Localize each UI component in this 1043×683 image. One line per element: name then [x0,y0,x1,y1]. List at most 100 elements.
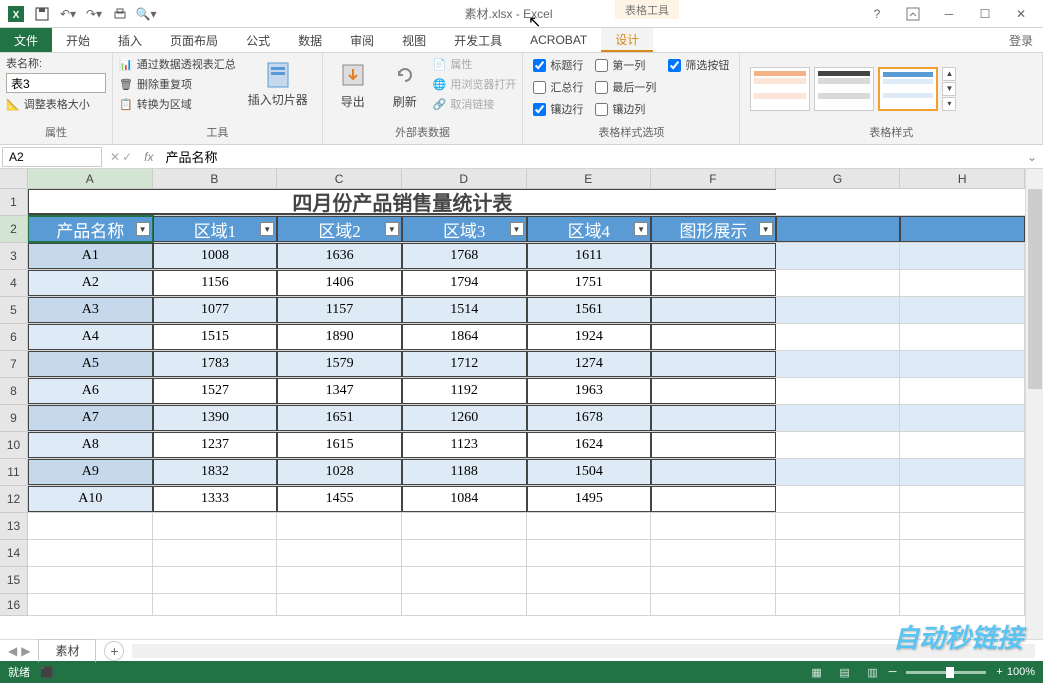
empty-cell[interactable] [776,486,901,512]
data-cell[interactable]: 1157 [277,297,402,323]
empty-cell[interactable] [651,540,776,566]
empty-cell[interactable] [900,216,1025,242]
data-cell[interactable]: 1156 [153,270,278,296]
col-header-F[interactable]: F [651,169,776,189]
empty-cell[interactable] [900,351,1025,377]
fx-icon[interactable]: fx [138,150,159,164]
table-header-2[interactable]: 区域2▼ [277,216,402,242]
data-cell[interactable] [651,270,776,296]
macro-record-icon[interactable]: ⬛ [40,666,54,679]
data-cell[interactable]: 1260 [402,405,527,431]
export-button[interactable]: 导出 [329,55,377,122]
data-cell[interactable] [651,459,776,485]
data-cell[interactable]: 1455 [277,486,402,512]
data-cell[interactable]: 1794 [402,270,527,296]
data-cell[interactable] [651,243,776,269]
empty-cell[interactable] [277,513,402,539]
empty-cell[interactable] [900,324,1025,350]
data-cell[interactable] [651,432,776,458]
table-header-1[interactable]: 区域1▼ [153,216,278,242]
data-cell[interactable] [651,405,776,431]
empty-cell[interactable] [900,594,1025,615]
table-name-input[interactable] [6,73,106,93]
help-icon[interactable]: ? [863,4,891,24]
empty-cell[interactable] [776,405,901,431]
empty-cell[interactable] [900,189,1025,215]
empty-cell[interactable] [900,567,1025,593]
zoom-out-icon[interactable]: ─ [889,666,897,678]
data-cell[interactable]: 1077 [153,297,278,323]
empty-cell[interactable] [900,459,1025,485]
filter-button[interactable]: ▼ [510,222,524,236]
data-cell[interactable] [651,486,776,512]
empty-cell[interactable] [776,351,901,377]
data-cell[interactable]: 1515 [153,324,278,350]
table-title[interactable]: 四月份产品销售量统计表 [28,189,776,215]
add-sheet-button[interactable]: + [104,641,124,661]
empty-cell[interactable] [776,594,901,615]
sheet-tab-active[interactable]: 素材 [38,639,96,663]
data-cell[interactable]: 1527 [153,378,278,404]
row-header-13[interactable]: 13 [0,513,28,540]
empty-cell[interactable] [776,459,901,485]
data-cell[interactable]: 1890 [277,324,402,350]
empty-cell[interactable] [28,540,153,566]
empty-cell[interactable] [776,270,901,296]
col-header-C[interactable]: C [277,169,402,189]
tab-design[interactable]: 设计 [601,28,653,52]
data-cell[interactable]: A3 [28,297,153,323]
empty-cell[interactable] [527,567,652,593]
empty-cell[interactable] [28,594,153,615]
empty-cell[interactable] [527,513,652,539]
login-link[interactable]: 登录 [999,28,1043,52]
minimize-icon[interactable]: ─ [935,4,963,24]
empty-cell[interactable] [527,594,652,615]
data-cell[interactable] [651,351,776,377]
zoom-level[interactable]: 100% [1007,666,1035,678]
check-total-row[interactable]: 汇总行 [529,77,587,97]
empty-cell[interactable] [402,540,527,566]
style-down-icon[interactable]: ▼ [942,82,956,96]
data-cell[interactable]: 1237 [153,432,278,458]
view-normal-icon[interactable]: ▦ [805,663,829,681]
zoom-slider[interactable] [906,671,986,674]
empty-cell[interactable] [900,486,1025,512]
row-header-7[interactable]: 7 [0,351,28,378]
row-header-16[interactable]: 16 [0,594,28,616]
data-cell[interactable]: 1028 [277,459,402,485]
table-header-5[interactable]: 图形展示▼ [651,216,776,242]
row-header-10[interactable]: 10 [0,432,28,459]
close-icon[interactable]: ✕ [1007,4,1035,24]
empty-cell[interactable] [900,297,1025,323]
data-cell[interactable]: 1406 [277,270,402,296]
empty-cell[interactable] [776,324,901,350]
style-more-icon[interactable]: ▾ [942,97,956,111]
empty-cell[interactable] [402,594,527,615]
col-header-A[interactable]: A [28,169,153,189]
empty-cell[interactable] [776,567,901,593]
tab-review[interactable]: 审阅 [336,28,388,52]
empty-cell[interactable] [527,540,652,566]
data-cell[interactable]: 1495 [527,486,652,512]
data-cell[interactable]: 1333 [153,486,278,512]
data-cell[interactable] [651,324,776,350]
data-cell[interactable]: A9 [28,459,153,485]
data-cell[interactable]: 1390 [153,405,278,431]
empty-cell[interactable] [900,540,1025,566]
data-cell[interactable]: 1712 [402,351,527,377]
row-header-11[interactable]: 11 [0,459,28,486]
select-all-corner[interactable] [0,169,28,189]
row-header-15[interactable]: 15 [0,567,28,594]
empty-cell[interactable] [776,216,901,242]
horizontal-scrollbar[interactable] [132,644,1035,658]
empty-cell[interactable] [153,594,278,615]
data-cell[interactable]: 1832 [153,459,278,485]
empty-cell[interactable] [153,567,278,593]
data-cell[interactable]: 1651 [277,405,402,431]
empty-cell[interactable] [776,297,901,323]
remove-duplicates-button[interactable]: 🗑 删除重复项 [119,75,236,93]
data-cell[interactable]: A6 [28,378,153,404]
sheet-nav-first-icon[interactable]: ◀ [8,644,17,658]
data-cell[interactable]: 1615 [277,432,402,458]
table-style-1[interactable] [750,67,810,111]
